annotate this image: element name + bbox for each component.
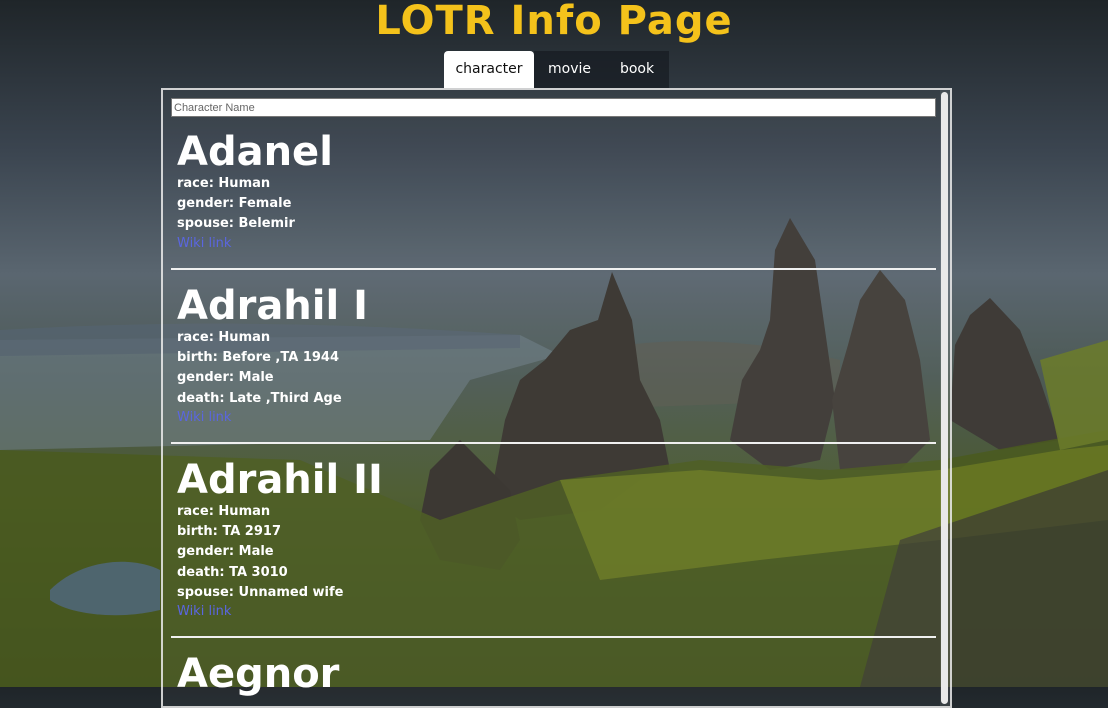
character-card: Adrahil II race: Human birth: TA 2917 ge… xyxy=(177,458,937,621)
tab-movie[interactable]: movie xyxy=(534,51,605,88)
card-divider xyxy=(171,442,936,444)
character-birth: birth: TA 2917 xyxy=(177,524,281,540)
card-divider xyxy=(171,268,936,270)
character-search-input[interactable] xyxy=(171,98,936,117)
tab-bar: character movie book xyxy=(444,51,669,88)
character-card: Aegnor xyxy=(177,652,937,696)
character-gender: gender: Male xyxy=(177,544,274,560)
card-divider xyxy=(171,636,936,638)
list-scrollbar[interactable] xyxy=(940,90,950,706)
character-race: race: Human xyxy=(177,330,271,345)
character-name: Aegnor xyxy=(177,651,340,697)
character-race: race: Human xyxy=(177,176,271,191)
character-death: death: TA 3010 xyxy=(177,564,288,580)
character-list-panel[interactable]: Adanel race: Human gender: Female spouse… xyxy=(161,88,952,708)
scrollbar-thumb[interactable] xyxy=(941,92,948,704)
character-gender: gender: Male xyxy=(177,370,274,386)
tab-character[interactable]: character xyxy=(444,51,534,88)
character-card: Adanel race: Human gender: Female spouse… xyxy=(177,130,937,253)
tab-book[interactable]: book xyxy=(605,51,669,88)
character-spouse: spouse: Unnamed wife xyxy=(177,584,344,600)
character-name: Adrahil II xyxy=(177,457,383,503)
character-name: Adanel xyxy=(177,129,333,175)
character-card: Adrahil I race: Human birth: Before ,TA … xyxy=(177,284,937,427)
character-death: death: Late ,Third Age xyxy=(177,390,342,406)
wiki-link[interactable]: Wiki link xyxy=(177,409,937,427)
character-name: Adrahil I xyxy=(177,283,369,329)
character-spouse: spouse: Belemir xyxy=(177,216,295,232)
wiki-link[interactable]: Wiki link xyxy=(177,235,937,253)
page-title: LOTR Info Page xyxy=(375,0,733,44)
character-birth: birth: Before ,TA 1944 xyxy=(177,350,339,366)
character-gender: gender: Female xyxy=(177,196,292,212)
wiki-link[interactable]: Wiki link xyxy=(177,603,937,621)
character-race: race: Human xyxy=(177,504,271,519)
